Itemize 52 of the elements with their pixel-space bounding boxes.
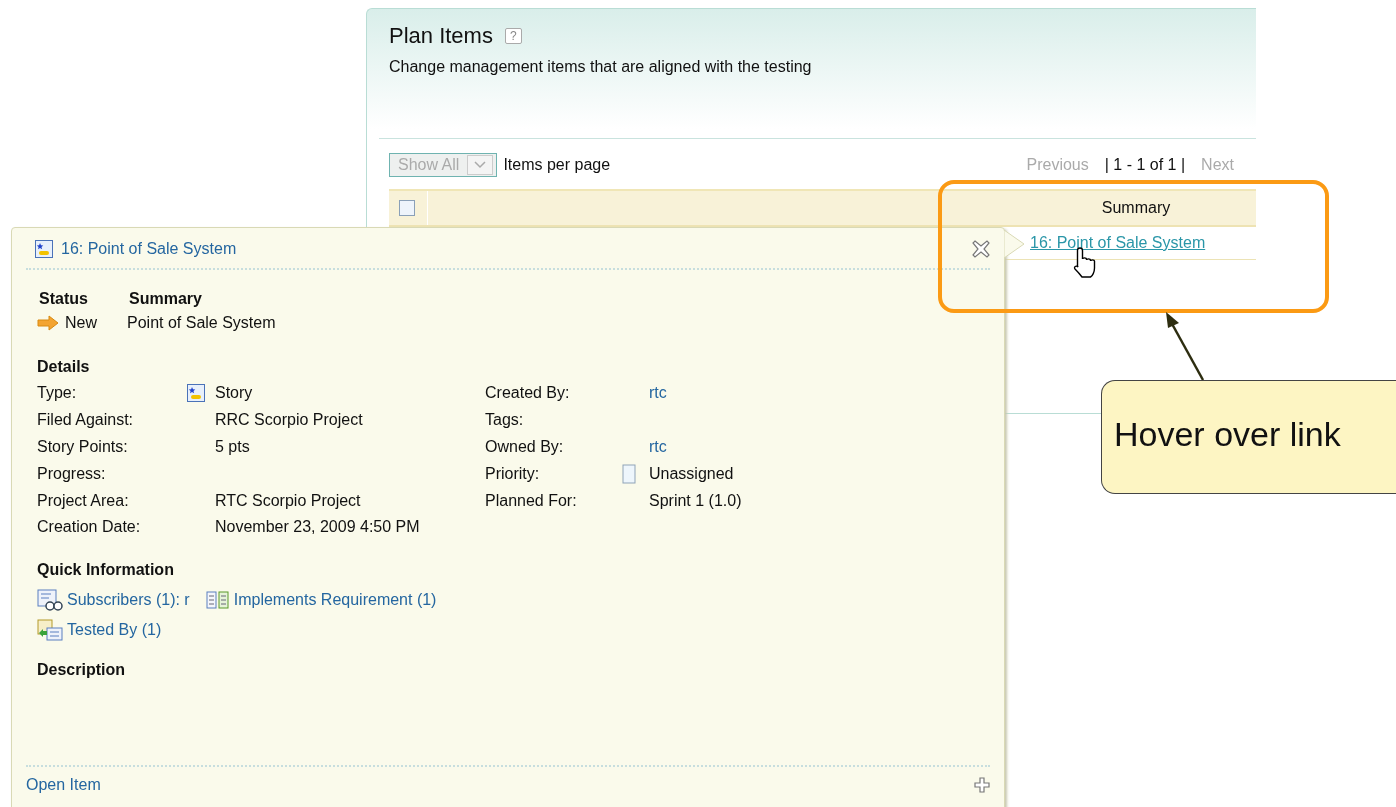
detail-label: Project Area: xyxy=(37,491,130,510)
summary-value: Point of Sale System xyxy=(127,314,277,332)
detail-label: Progress: xyxy=(37,464,107,483)
summary-heading: Summary xyxy=(129,290,203,308)
page-range: | 1 - 1 of 1 | xyxy=(1104,156,1186,174)
panel-description: Change management items that are aligned with the testing xyxy=(389,58,813,76)
open-item-link[interactable]: Open Item xyxy=(26,776,101,794)
panel-title: Plan Items xyxy=(389,23,493,49)
detail-label: Story Points: xyxy=(37,438,129,456)
callout-note: Hover over link xyxy=(1101,380,1396,494)
quick-info-link[interactable]: Subscribers (1): r xyxy=(67,590,190,609)
status-heading: Status xyxy=(39,290,89,308)
hand-cursor-icon xyxy=(1072,246,1098,278)
detail-label: Priority: xyxy=(485,464,541,483)
section-heading: Details xyxy=(37,358,91,377)
popup-title-link[interactable]: 16: Point of Sale System xyxy=(61,240,237,258)
close-icon xyxy=(972,240,990,258)
move-icon xyxy=(974,777,990,793)
detail-value: November 23, 2009 4:50 PM xyxy=(215,518,421,537)
column-header[interactable]: Summary xyxy=(1016,199,1256,217)
detail-value: 5 pts xyxy=(215,438,251,456)
subscribers-icon xyxy=(37,588,63,611)
detail-label: Created By: xyxy=(485,384,571,403)
summary-link[interactable]: 16: Point of Sale System xyxy=(1030,234,1206,251)
story-icon xyxy=(35,240,53,258)
caret-icon xyxy=(474,161,487,169)
detail-value: Story xyxy=(215,384,254,403)
detail-value: RRC Scorpio Project xyxy=(215,411,364,430)
quick-info-link[interactable]: Tested By (1) xyxy=(67,620,162,639)
status-value: New xyxy=(65,314,97,332)
detail-label: Planned For: xyxy=(485,491,578,510)
detail-value: RTC Scorpio Project xyxy=(215,491,362,510)
help-button[interactable]: ? xyxy=(504,28,522,44)
detail-value: Unassigned xyxy=(649,464,735,483)
story-icon xyxy=(187,384,205,403)
detail-value: Sprint 1 (1.0) xyxy=(649,491,743,510)
quick-info-link[interactable]: Implements Requirement (1) xyxy=(233,590,437,609)
section-heading: Description xyxy=(37,660,126,680)
detail-link[interactable]: rtc xyxy=(649,384,1004,403)
items-per-page-label: Items per page xyxy=(503,156,611,174)
detail-label: Owned By: xyxy=(485,438,565,456)
tested-by-icon xyxy=(37,618,63,641)
detail-label: Creation Date: xyxy=(37,518,142,537)
priority-icon xyxy=(622,463,636,484)
requirement-icon xyxy=(205,589,230,610)
detail-link[interactable]: rtc xyxy=(649,438,1004,456)
select-all-checkbox[interactable] xyxy=(399,200,415,216)
section-heading: Quick Information xyxy=(37,560,175,580)
detail-label: Filed Against: xyxy=(37,411,135,430)
detail-label: Tags: xyxy=(485,411,525,430)
detail-label: Type: xyxy=(37,384,78,403)
status-arrow-icon xyxy=(37,315,59,331)
